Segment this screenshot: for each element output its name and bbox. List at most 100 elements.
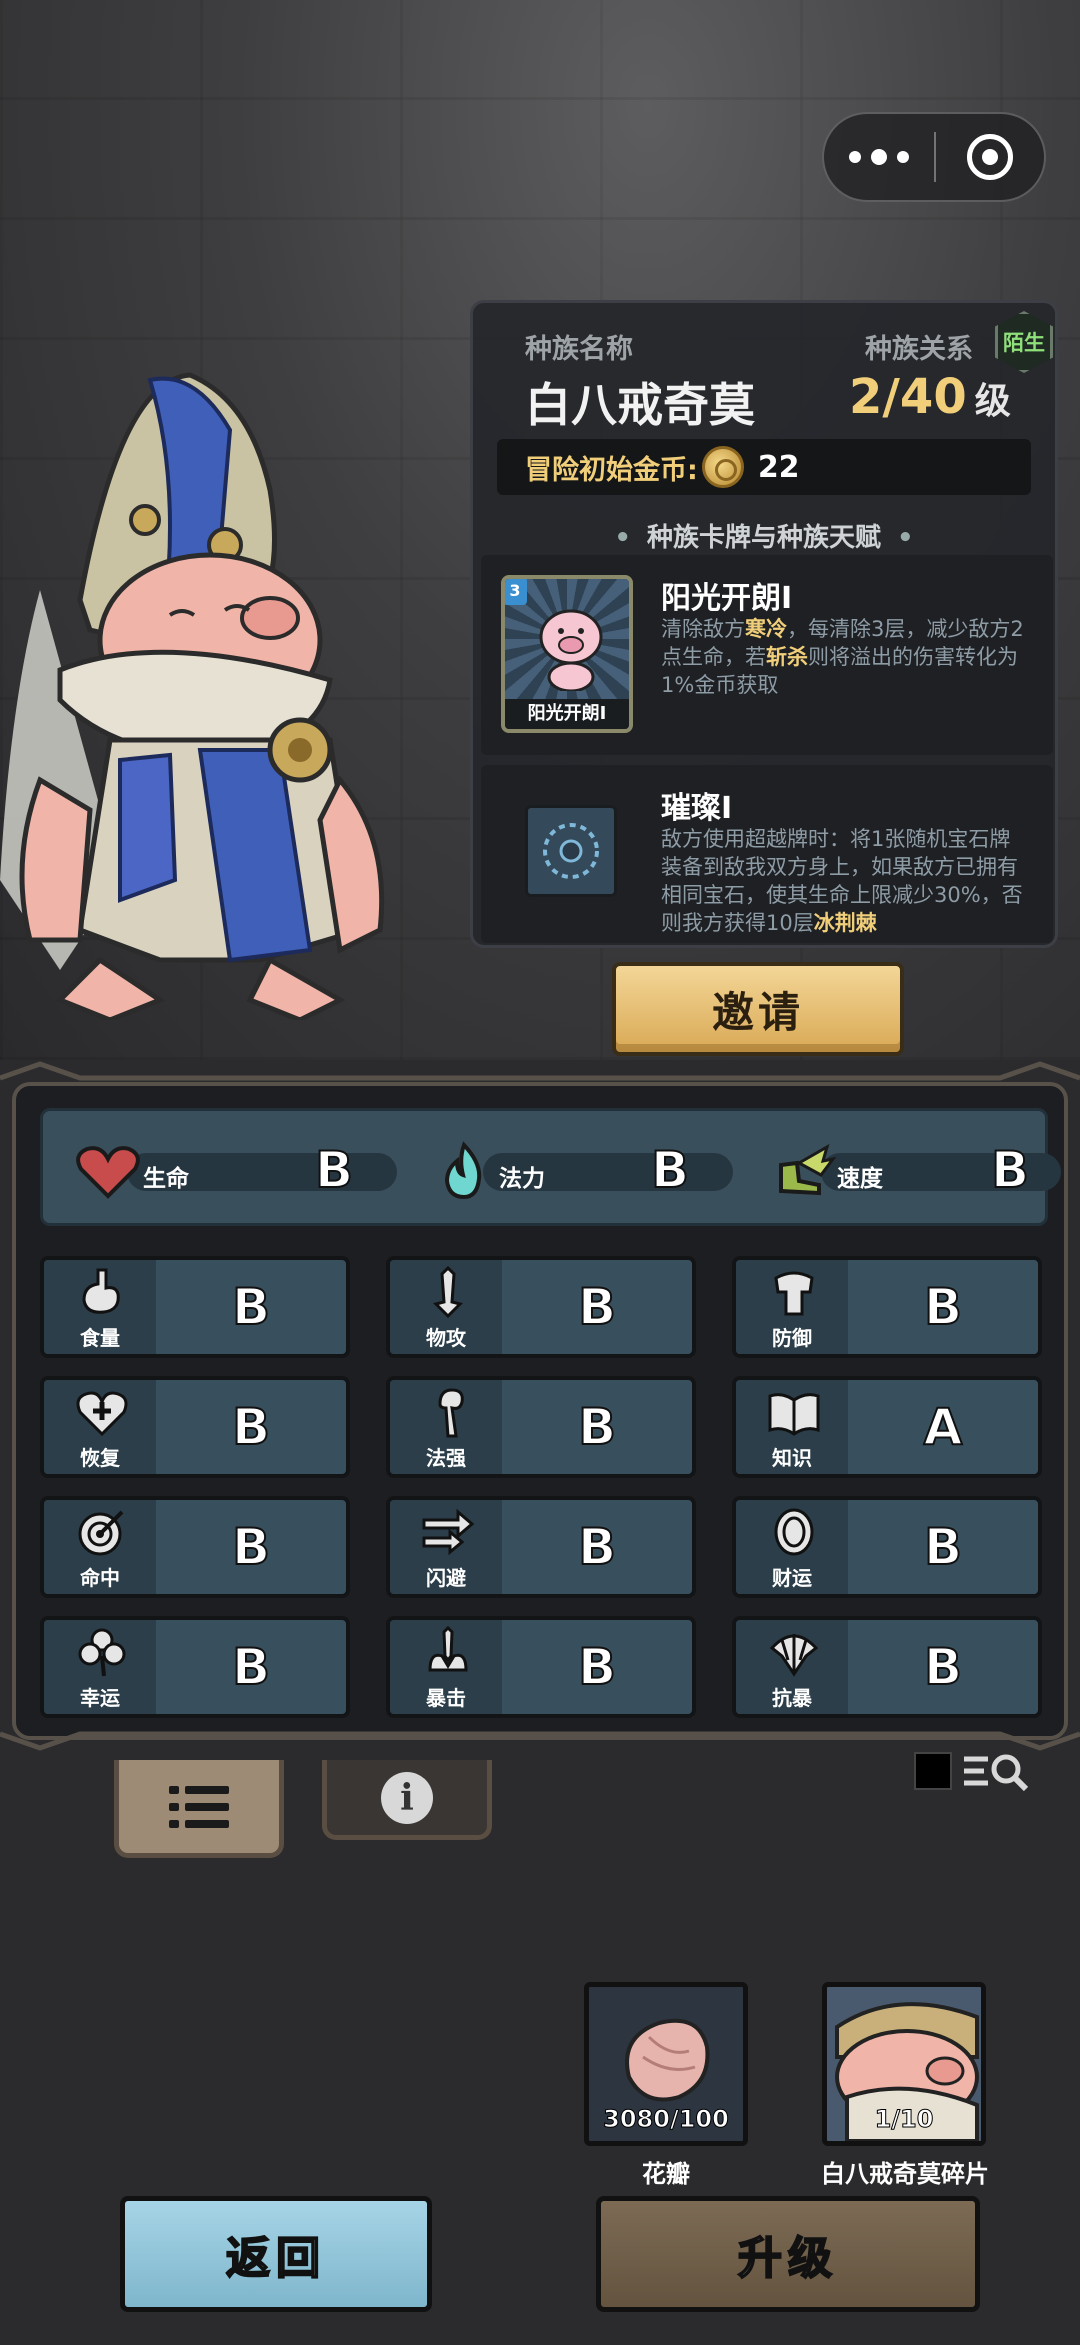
crit-sword-icon xyxy=(428,1626,468,1672)
coin-icon xyxy=(774,1508,814,1556)
stat-grade: B xyxy=(577,1517,617,1577)
invite-button[interactable]: 邀请 xyxy=(612,962,904,1056)
list-search-icon[interactable] xyxy=(960,1749,1030,1793)
stat-cell-appetite[interactable]: 食量 B xyxy=(40,1256,350,1358)
armor-icon xyxy=(774,1271,814,1316)
stat-grade: B xyxy=(923,1637,963,1697)
dash-arrows-icon xyxy=(422,1508,475,1556)
tab-stats-list[interactable] xyxy=(114,1760,284,1858)
stat-cell-dodge[interactable]: 闪避 B xyxy=(386,1496,696,1598)
material-shard[interactable]: 1/10 xyxy=(822,1982,986,2146)
card-thumbnail: 阳光开朗I 3 xyxy=(501,575,633,733)
stat-cell-critical[interactable]: 暴击 B xyxy=(386,1616,696,1718)
stat-cell-luck[interactable]: 幸运 B xyxy=(40,1616,350,1718)
mini-program-capsule xyxy=(822,112,1046,202)
material-count: 1/10 xyxy=(874,2105,934,2134)
stat-cell-recovery[interactable]: 恢复 B xyxy=(40,1376,350,1478)
stat-label: 防御 xyxy=(772,1326,812,1350)
material-name: 花瓣 xyxy=(642,2160,690,2188)
stat-label: 物攻 xyxy=(426,1326,466,1350)
stat-cell-fortune[interactable]: 财运 B xyxy=(732,1496,1042,1598)
stats-panel: 生命 B 法力 B 速度 B 食量 B 物攻 B 防御 B 恢复 B 法强 B … xyxy=(12,1082,1068,1740)
material-count: 3080/100 xyxy=(603,2105,730,2134)
stomach-icon xyxy=(82,1268,120,1314)
stat-hp: 生命 B xyxy=(73,1140,403,1200)
stat-label: 法力 xyxy=(499,1166,545,1192)
stat-speed: 速度 B xyxy=(767,1140,1067,1200)
card-title: 璀璨I xyxy=(661,791,733,826)
back-button[interactable]: 返回 xyxy=(120,2196,432,2312)
material-petal[interactable]: 3080/100 xyxy=(584,1982,748,2146)
stat-label: 食量 xyxy=(80,1326,120,1350)
stat-label: 生命 xyxy=(143,1166,189,1192)
stat-grade: B xyxy=(990,1140,1030,1200)
sword-icon xyxy=(433,1266,463,1318)
shell-icon xyxy=(769,1634,819,1677)
stat-label: 抗暴 xyxy=(772,1686,812,1710)
stat-cell-crit-resist[interactable]: 抗暴 B xyxy=(732,1616,1042,1718)
staff-icon xyxy=(438,1388,464,1438)
stat-grade: B xyxy=(314,1140,354,1200)
toggle-square-icon[interactable] xyxy=(914,1752,952,1790)
starting-gold-value: 22 xyxy=(757,449,800,485)
stat-cell-phys-attack[interactable]: 物攻 B xyxy=(386,1256,696,1358)
book-icon xyxy=(768,1393,820,1436)
clover-icon xyxy=(78,1628,126,1677)
stat-grade: B xyxy=(923,1277,963,1337)
more-dots-icon[interactable] xyxy=(824,114,934,200)
level-value: 2/40 xyxy=(849,369,967,425)
level-unit: 级 xyxy=(974,381,1011,422)
stat-grade: B xyxy=(231,1517,271,1577)
race-info-panel: 种族名称 种族关系 陌生 白八戒奇莫 2/40 级 冒险初始金币: 22 种族卡… xyxy=(470,300,1058,948)
race-card-sunny[interactable]: 阳光开朗I 3 阳光开朗I 清除敌方寒冷，每清除3层，减少敌方2点生命，若斩杀则… xyxy=(481,555,1053,755)
card-description: 敌方使用超越牌时：将1张随机宝石牌装备到敌我双方身上，如果敌方已拥有相同宝石，使… xyxy=(661,825,1031,937)
race-name-label: 种族名称 xyxy=(525,334,633,365)
view-tools xyxy=(914,1748,1044,1794)
stat-grade: B xyxy=(923,1517,963,1577)
card-thumb-caption: 阳光开朗I xyxy=(505,699,629,729)
keyword-execute: 斩杀 xyxy=(766,645,808,669)
stat-label: 财运 xyxy=(772,1566,812,1590)
stat-label: 法强 xyxy=(426,1446,466,1470)
race-talent-brilliant[interactable]: 璀璨I 敌方使用超越牌时：将1张随机宝石牌装备到敌我双方身上，如果敌方已拥有相同… xyxy=(481,765,1053,943)
race-cards-section-title: 种族卡牌与种族天赋 xyxy=(473,517,1055,554)
stat-grade: B xyxy=(231,1397,271,1457)
stat-label: 知识 xyxy=(772,1446,812,1470)
stat-label: 闪避 xyxy=(426,1566,466,1590)
info-icon: i xyxy=(381,1771,433,1824)
winged-boot-icon xyxy=(779,1143,837,1196)
race-name: 白八戒奇莫 xyxy=(525,378,755,432)
stat-label: 暴击 xyxy=(426,1686,466,1710)
flame-icon xyxy=(444,1141,482,1200)
relation-badge: 陌生 xyxy=(995,311,1053,373)
card-title: 阳光开朗I xyxy=(661,581,793,616)
material-name: 白八戒奇莫碎片 xyxy=(821,2160,989,2188)
main-stats-bar: 生命 B 法力 B 速度 B xyxy=(40,1108,1061,1226)
target-close-icon[interactable] xyxy=(936,134,1044,180)
target-icon xyxy=(78,1510,124,1556)
frame-top-ornament xyxy=(0,1061,1080,1081)
talent-gem-icon xyxy=(525,805,617,897)
card-description: 清除敌方寒冷，每清除3层，减少敌方2点生命，若斩杀则将溢出的伤害转化为1%金币获… xyxy=(661,615,1031,699)
stat-cell-magic-power[interactable]: 法强 B xyxy=(386,1376,696,1478)
tab-info[interactable]: i xyxy=(322,1760,492,1840)
stat-cell-defense[interactable]: 防御 B xyxy=(732,1256,1042,1358)
keyword-cold: 寒冷 xyxy=(745,617,787,641)
stat-grade: B xyxy=(577,1637,617,1697)
stat-grade: B xyxy=(231,1637,271,1697)
starting-gold-bar: 冒险初始金币: 22 xyxy=(497,439,1031,495)
stat-grade: B xyxy=(577,1277,617,1337)
stat-grade: B xyxy=(577,1397,617,1457)
pig-card-art-icon xyxy=(539,609,603,691)
stat-grade: B xyxy=(231,1277,271,1337)
pig-bishop-character xyxy=(0,372,385,1020)
stat-mana: 法力 B xyxy=(429,1140,733,1200)
stat-grade: A xyxy=(923,1397,964,1457)
stat-label: 速度 xyxy=(837,1166,883,1192)
race-relation-label: 种族关系 xyxy=(865,334,973,365)
keyword-ice-thorns: 冰荆棘 xyxy=(813,911,877,935)
upgrade-button[interactable]: 升级 xyxy=(596,2196,980,2312)
stat-cell-knowledge[interactable]: 知识 A xyxy=(732,1376,1042,1478)
stat-cell-accuracy[interactable]: 命中 B xyxy=(40,1496,350,1598)
starting-gold-label: 冒险初始金币: xyxy=(525,454,698,486)
